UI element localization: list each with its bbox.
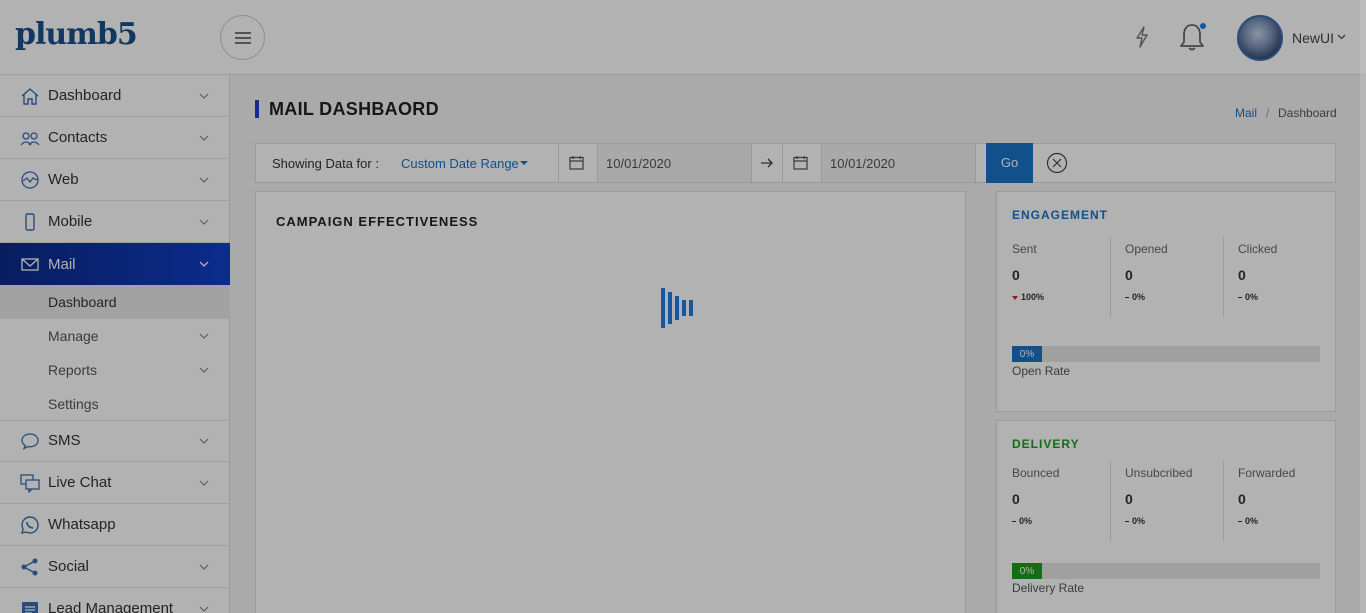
page-scrollbar[interactable] xyxy=(1360,0,1366,613)
loading-overlay xyxy=(0,0,1366,613)
